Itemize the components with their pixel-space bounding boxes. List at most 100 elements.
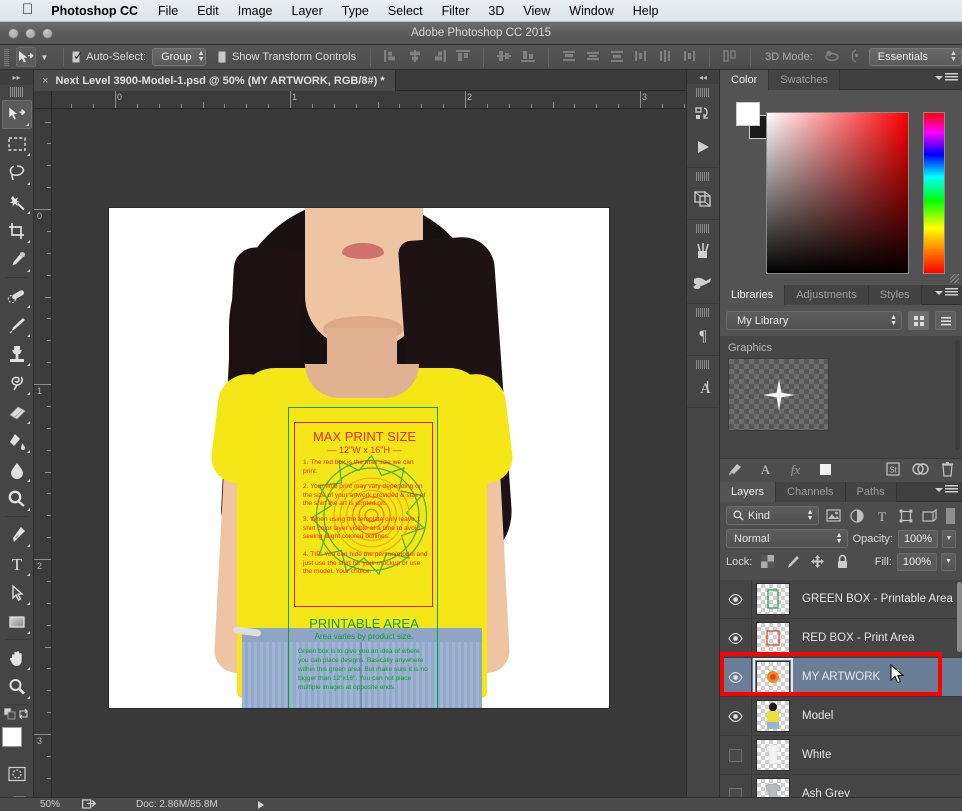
align-horizontal-centers-icon[interactable]	[407, 49, 423, 65]
paragraph-icon[interactable]: ¶	[687, 319, 719, 351]
align-left-edges-icon[interactable]	[383, 49, 399, 65]
brush-tool[interactable]	[2, 310, 32, 339]
zoom-level[interactable]: 50%	[40, 799, 60, 810]
stock-icon[interactable]: St	[886, 462, 900, 479]
share-icon[interactable]	[82, 798, 97, 811]
fill-stepper[interactable]: ▼	[941, 552, 956, 571]
rectangle-tool[interactable]	[2, 607, 32, 636]
rotate-3d-icon[interactable]	[823, 49, 841, 65]
filter-type-icon[interactable]: T	[872, 506, 891, 525]
filter-adjustment-icon[interactable]	[848, 506, 867, 525]
layer-visibility-toggle[interactable]	[720, 658, 752, 696]
layer-name[interactable]: MY ARTWORK	[802, 671, 880, 683]
layer-name[interactable]: Model	[802, 710, 833, 722]
panel-menu-icon[interactable]	[935, 485, 958, 494]
move-tool[interactable]	[1, 100, 32, 129]
horizontal-type-tool[interactable]: T	[2, 549, 32, 578]
move-tool-icon[interactable]	[16, 47, 37, 67]
pen-tool[interactable]	[2, 520, 32, 549]
document-tab[interactable]: × Next Level 3900-Model-1.psd @ 50% (MY …	[34, 70, 396, 91]
collapse-panels-icon[interactable]: ◂◂	[687, 70, 719, 84]
vertical-ruler[interactable]: 0 1 2 3	[34, 109, 52, 800]
table-row[interactable]: GREEN BOX - Printable Area	[720, 580, 962, 619]
color-panel-swatches[interactable]	[736, 102, 773, 139]
rail-gripper[interactable]	[696, 360, 710, 369]
list-view-icon[interactable]	[935, 311, 956, 330]
tool-preset-chevron-down-icon[interactable]: ▼	[40, 53, 48, 62]
add-layer-style-icon[interactable]: fx	[788, 462, 803, 479]
filter-toggle-icon[interactable]	[945, 506, 957, 525]
creative-cloud-icon[interactable]	[912, 462, 929, 479]
rail-gripper[interactable]	[696, 172, 710, 181]
tab-swatches[interactable]: Swatches	[769, 70, 840, 90]
character-icon[interactable]: A	[687, 371, 719, 403]
table-row[interactable]: MY ARTWORK	[720, 658, 962, 697]
align-vertical-centers-icon[interactable]	[496, 49, 512, 65]
lock-position-icon[interactable]	[807, 552, 827, 571]
eraser-tool[interactable]	[2, 397, 32, 426]
add-character-style-icon[interactable]: A	[759, 462, 772, 479]
tool-presets-icon[interactable]	[687, 267, 719, 299]
add-color-icon[interactable]	[819, 463, 832, 479]
layer-visibility-toggle[interactable]	[720, 619, 752, 657]
layer-thumbnail[interactable]	[756, 700, 790, 732]
rail-gripper[interactable]	[696, 224, 710, 233]
document-image[interactable]: MAX PRINT SIZE — 12"W x 16"H — 1. The re…	[109, 208, 609, 708]
menu-view[interactable]: View	[523, 4, 550, 18]
foreground-color-swatch[interactable]	[1, 727, 22, 747]
distribute-top-icon[interactable]	[561, 49, 577, 65]
options-bar-gripper[interactable]	[4, 48, 10, 66]
menu-help[interactable]: Help	[633, 4, 659, 18]
tab-channels[interactable]: Channels	[776, 482, 846, 502]
dodge-tool[interactable]	[2, 484, 32, 513]
apple-icon[interactable]: 	[22, 2, 33, 17]
distribute-left-icon[interactable]	[633, 49, 649, 65]
path-selection-tool[interactable]	[2, 578, 32, 607]
menu-filter[interactable]: Filter	[442, 4, 470, 18]
lock-image-pixels-icon[interactable]	[782, 552, 802, 571]
zoom-window-button[interactable]	[42, 28, 53, 39]
align-top-edges-icon[interactable]	[455, 49, 471, 65]
distribute-right-icon[interactable]	[681, 49, 697, 65]
layer-name[interactable]: White	[802, 749, 831, 761]
menu-file[interactable]: File	[158, 4, 178, 18]
foreground-background-colors[interactable]	[1, 727, 33, 758]
magic-wand-tool[interactable]	[2, 187, 32, 216]
lock-all-icon[interactable]	[832, 552, 852, 571]
menu-image[interactable]: Image	[238, 4, 273, 18]
align-right-edges-icon[interactable]	[431, 49, 447, 65]
lasso-tool[interactable]	[2, 158, 32, 187]
layer-name[interactable]: RED BOX - Print Area	[802, 632, 914, 644]
spot-healing-brush-tool[interactable]	[2, 281, 32, 310]
history-icon[interactable]	[687, 99, 719, 131]
rectangular-marquee-tool[interactable]	[2, 129, 32, 158]
menu-layer[interactable]: Layer	[292, 4, 323, 18]
resize-grip[interactable]	[950, 274, 959, 283]
eyedropper-tool[interactable]	[2, 245, 32, 274]
foreground-color-swatch[interactable]	[736, 102, 760, 126]
tab-adjustments[interactable]: Adjustments	[785, 285, 869, 305]
table-row[interactable]: RED BOX - Print Area	[720, 619, 962, 658]
minimize-window-button[interactable]	[25, 28, 36, 39]
rail-gripper[interactable]	[696, 308, 710, 317]
tab-color[interactable]: Color	[720, 70, 770, 90]
quick-mask-icon[interactable]	[2, 759, 32, 788]
expand-arrow-icon[interactable]	[257, 800, 264, 809]
table-row[interactable]: Model	[720, 697, 962, 736]
opacity-stepper[interactable]: ▼	[941, 529, 956, 548]
delete-icon[interactable]	[941, 461, 954, 480]
menu-window[interactable]: Window	[569, 4, 613, 18]
filter-smart-object-icon[interactable]	[920, 506, 939, 525]
menu-3d[interactable]: 3D	[488, 4, 504, 18]
hand-tool[interactable]	[2, 643, 32, 672]
distribute-vertical-center-icon[interactable]	[585, 49, 601, 65]
blur-tool[interactable]	[2, 455, 32, 484]
tab-paths[interactable]: Paths	[845, 482, 897, 502]
library-select[interactable]: My Library ▲ ▼	[726, 311, 902, 330]
opacity-value[interactable]: 100%	[897, 529, 938, 548]
grid-view-icon[interactable]	[908, 311, 929, 330]
panel-menu-icon[interactable]	[935, 73, 958, 82]
menu-select[interactable]: Select	[388, 4, 423, 18]
close-window-button[interactable]	[8, 28, 19, 39]
menu-edit[interactable]: Edit	[197, 4, 219, 18]
